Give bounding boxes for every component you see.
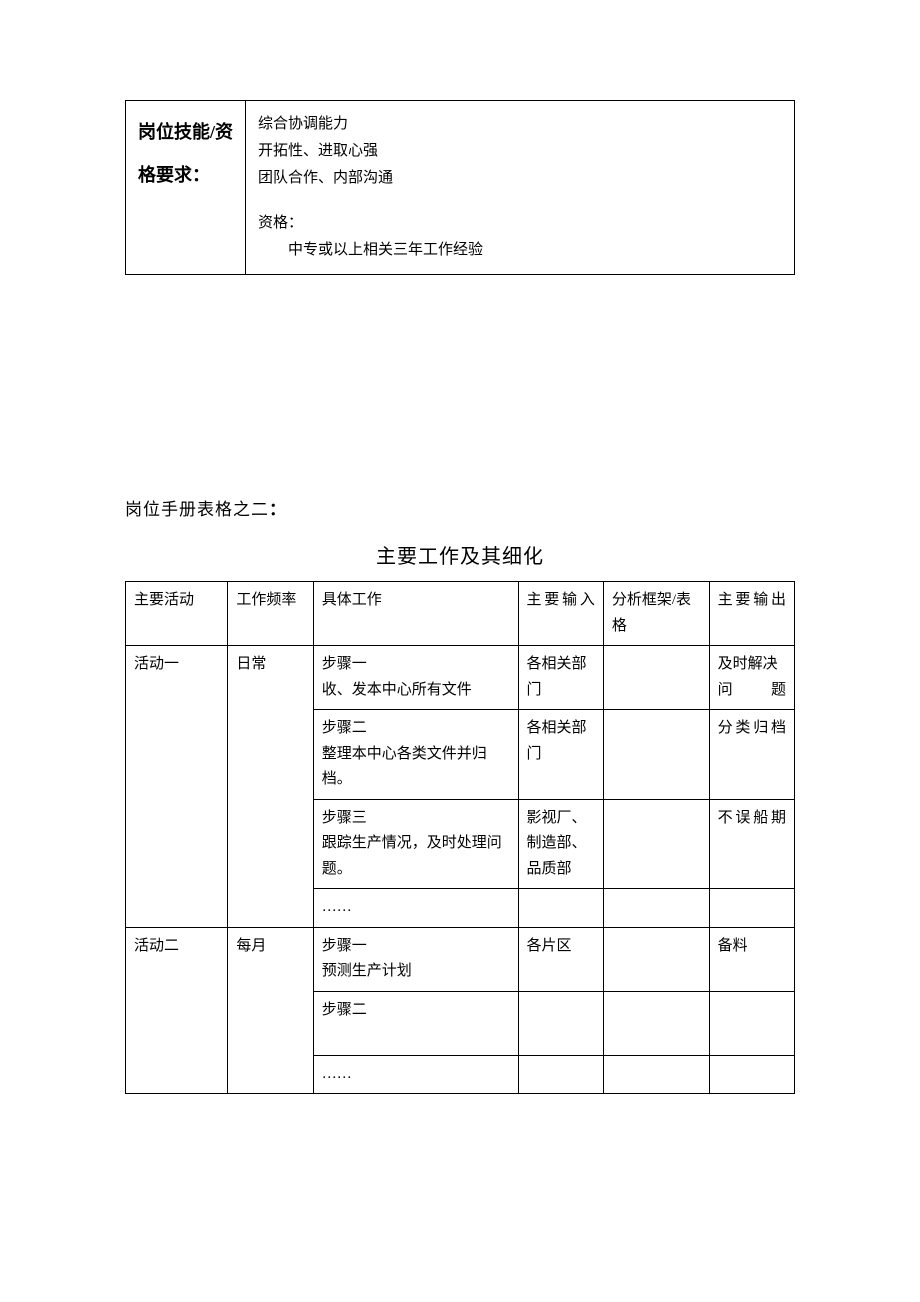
work-detail-table: 主要活动 工作频率 具体工作 主要输入 分析框架/表格 主要输出 活动一 日常 … xyxy=(125,581,795,1094)
skills-content-cell: 综合协调能力 开拓性、进取心强 团队合作、内部沟通 资格： 中专或以上相关三年工… xyxy=(246,101,795,275)
skills-label-text: 岗位技能/资格要求： xyxy=(138,122,233,185)
header-detail: 具体工作 xyxy=(313,582,518,646)
cell-detail: …… xyxy=(313,1055,518,1094)
cell-input: 各相关部门 xyxy=(518,646,603,710)
cell-framework xyxy=(603,646,709,710)
step-body xyxy=(322,1023,510,1049)
header-input: 主要输入 xyxy=(518,582,603,646)
cell-output: 分类归档 xyxy=(709,710,794,800)
cell-input: 各相关部门 xyxy=(518,710,603,800)
step-label: 步骤二 xyxy=(322,716,510,742)
cell-activity: 活动一 xyxy=(126,646,228,928)
cell-detail: 步骤二 整理本中心各类文件并归档。 xyxy=(313,710,518,800)
table-row: 活动二 每月 步骤一 预测生产计划 各片区 备料 xyxy=(126,927,795,991)
cell-output: 及时解决问题 xyxy=(709,646,794,710)
section-two-title: 主要工作及其细化 xyxy=(125,540,795,569)
cell-detail: …… xyxy=(313,889,518,928)
header-framework: 分析框架/表格 xyxy=(603,582,709,646)
cell-input: 影视厂、制造部、品质部 xyxy=(518,799,603,889)
qualification-detail: 中专或以上相关三年工作经验 xyxy=(258,237,782,264)
cell-framework xyxy=(603,991,709,1055)
step-body: 整理本中心各类文件并归档。 xyxy=(322,742,510,793)
skill-item-3: 团队合作、内部沟通 xyxy=(258,165,782,192)
table-header-row: 主要活动 工作频率 具体工作 主要输入 分析框架/表格 主要输出 xyxy=(126,582,795,646)
cell-output xyxy=(709,1055,794,1094)
cell-framework xyxy=(603,927,709,991)
cell-detail: 步骤二 xyxy=(313,991,518,1055)
step-body: 收、发本中心所有文件 xyxy=(322,678,510,704)
step-body: 跟踪生产情况，及时处理问题。 xyxy=(322,831,510,882)
step-body: 预测生产计划 xyxy=(322,959,510,985)
skills-label-cell: 岗位技能/资格要求： xyxy=(126,101,246,275)
qualification-label: 资格： xyxy=(258,210,782,237)
cell-output xyxy=(709,889,794,928)
table-row: 活动一 日常 步骤一 收、发本中心所有文件 各相关部门 及时解决问题 xyxy=(126,646,795,710)
cell-detail: 步骤三 跟踪生产情况，及时处理问题。 xyxy=(313,799,518,889)
cell-framework xyxy=(603,1055,709,1094)
header-activity: 主要活动 xyxy=(126,582,228,646)
step-label: 步骤三 xyxy=(322,806,510,832)
step-label: 步骤二 xyxy=(322,998,510,1024)
section-two-heading-text: 岗位手册表格之二 xyxy=(125,500,269,519)
cell-activity: 活动二 xyxy=(126,927,228,1094)
cell-output: 不误船期 xyxy=(709,799,794,889)
cell-frequency: 日常 xyxy=(228,646,313,928)
header-frequency: 工作频率 xyxy=(228,582,313,646)
skills-requirements-table: 岗位技能/资格要求： 综合协调能力 开拓性、进取心强 团队合作、内部沟通 资格：… xyxy=(125,100,795,275)
step-label: 步骤一 xyxy=(322,934,510,960)
skill-item-1: 综合协调能力 xyxy=(258,111,782,138)
cell-input xyxy=(518,991,603,1055)
skill-item-2: 开拓性、进取心强 xyxy=(258,138,782,165)
cell-framework xyxy=(603,889,709,928)
cell-detail: 步骤一 收、发本中心所有文件 xyxy=(313,646,518,710)
cell-input: 各片区 xyxy=(518,927,603,991)
cell-frequency: 每月 xyxy=(228,927,313,1094)
cell-framework xyxy=(603,799,709,889)
cell-output: 备料 xyxy=(709,927,794,991)
step-label: 步骤一 xyxy=(322,652,510,678)
header-output: 主要输出 xyxy=(709,582,794,646)
cell-input xyxy=(518,889,603,928)
cell-detail: 步骤一 预测生产计划 xyxy=(313,927,518,991)
section-two-colon: ： xyxy=(269,500,287,519)
section-two-heading: 岗位手册表格之二： xyxy=(125,495,795,520)
cell-output xyxy=(709,991,794,1055)
cell-input xyxy=(518,1055,603,1094)
cell-framework xyxy=(603,710,709,800)
